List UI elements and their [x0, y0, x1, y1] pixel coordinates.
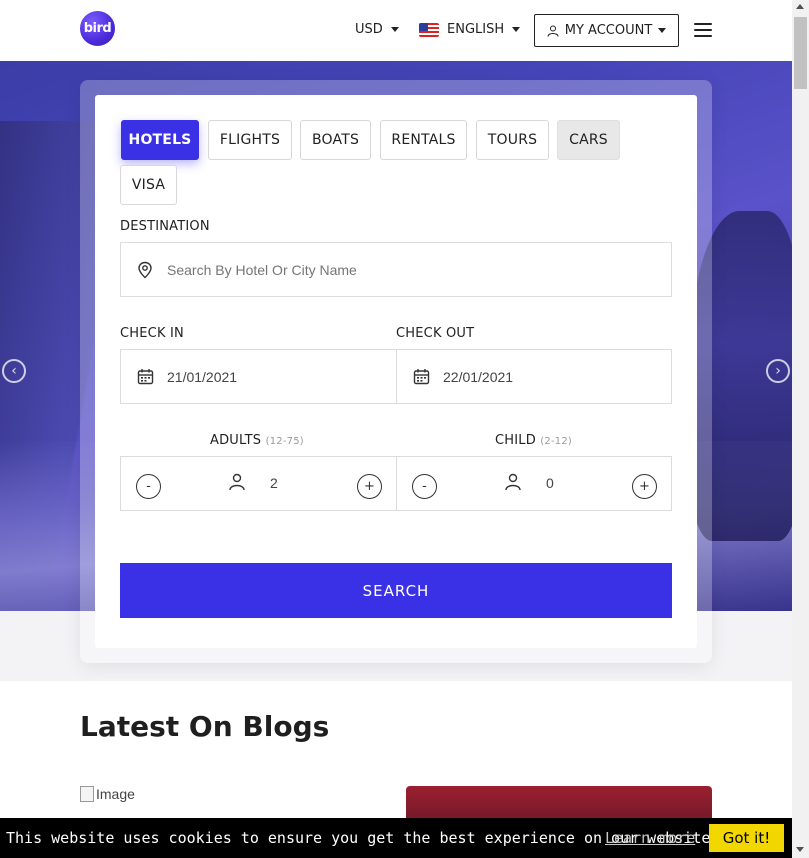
- child-increment-button[interactable]: +: [632, 474, 657, 499]
- checkin-field[interactable]: 21/01/2021: [120, 349, 397, 404]
- checkout-value: 22/01/2021: [443, 368, 514, 385]
- child-decrement-button[interactable]: -: [412, 474, 437, 499]
- adults-decrement-button[interactable]: -: [136, 474, 161, 499]
- user-icon: [229, 473, 245, 491]
- child-label-text: CHILD: [495, 433, 536, 448]
- child-stepper: - 0 +: [396, 456, 672, 511]
- adults-range: (12-75): [265, 436, 304, 447]
- slider-prev-button[interactable]: ‹: [2, 359, 26, 383]
- blog-image-alt: Image: [96, 786, 135, 802]
- adults-label-text: ADULTS: [210, 433, 262, 448]
- tab-cars[interactable]: CARS: [557, 120, 620, 160]
- search-button[interactable]: SEARCH: [120, 563, 672, 618]
- adults-stepper: - 2 +: [120, 456, 397, 511]
- scroll-down-icon[interactable]: [796, 847, 804, 852]
- adults-value: 2: [270, 475, 278, 491]
- chevron-down-icon: [658, 28, 667, 33]
- slider-next-button[interactable]: ›: [766, 359, 790, 383]
- learn-more-link[interactable]: Learn more: [605, 829, 695, 847]
- blog-image[interactable]: Image: [80, 786, 135, 802]
- tab-boats[interactable]: BOATS: [300, 120, 371, 160]
- checkout-field[interactable]: 22/01/2021: [396, 349, 672, 404]
- child-value: 0: [546, 475, 554, 491]
- user-icon: [547, 25, 559, 37]
- blogs-heading: Latest On Blogs: [80, 710, 330, 743]
- adults-increment-button[interactable]: +: [357, 474, 382, 499]
- logo-text: bird: [83, 21, 112, 36]
- currency-label: USD: [355, 22, 383, 37]
- logo[interactable]: bird: [80, 11, 115, 46]
- scroll-thumb[interactable]: [794, 17, 807, 89]
- tab-hotels[interactable]: HOTELS: [121, 120, 199, 160]
- language-label: ENGLISH: [447, 22, 505, 37]
- us-flag-icon: [419, 22, 439, 37]
- my-account-button[interactable]: MY ACCOUNT: [534, 14, 679, 47]
- child-label: CHILD (2-12): [495, 433, 572, 448]
- broken-image-icon: [80, 786, 94, 802]
- chevron-right-icon: ›: [775, 363, 781, 379]
- user-icon: [505, 473, 521, 491]
- chevron-left-icon: ‹: [11, 363, 17, 379]
- map-pin-icon: [136, 261, 154, 279]
- cookie-accept-button[interactable]: Got it!: [709, 824, 784, 852]
- my-account-label: MY ACCOUNT: [564, 23, 653, 38]
- chevron-down-icon: [390, 27, 399, 32]
- destination-label: DESTINATION: [120, 219, 210, 234]
- scrollbar[interactable]: [792, 0, 809, 858]
- checkin-label: CHECK IN: [120, 326, 184, 341]
- tab-visa[interactable]: VISA: [120, 165, 177, 205]
- tab-tours[interactable]: TOURS: [476, 120, 549, 160]
- scroll-up-icon[interactable]: [796, 4, 804, 9]
- chevron-down-icon: [512, 27, 521, 32]
- destination-field[interactable]: [120, 242, 672, 297]
- checkin-value: 21/01/2021: [167, 368, 238, 385]
- tab-rentals[interactable]: RENTALS: [380, 120, 467, 160]
- site-header: bird USD ENGLISH MY ACCOUNT: [0, 0, 792, 61]
- calendar-icon: [412, 368, 430, 386]
- adults-label: ADULTS (12-75): [210, 433, 304, 448]
- menu-icon[interactable]: [694, 23, 712, 37]
- destination-input[interactable]: [167, 261, 567, 278]
- currency-dropdown[interactable]: USD: [355, 22, 399, 37]
- language-dropdown[interactable]: ENGLISH: [419, 22, 521, 37]
- tab-flights[interactable]: FLIGHTS: [208, 120, 292, 160]
- calendar-icon: [136, 368, 154, 386]
- child-range: (2-12): [540, 436, 572, 447]
- checkout-label: CHECK OUT: [396, 326, 475, 341]
- cookie-banner: This website uses cookies to ensure you …: [0, 818, 792, 858]
